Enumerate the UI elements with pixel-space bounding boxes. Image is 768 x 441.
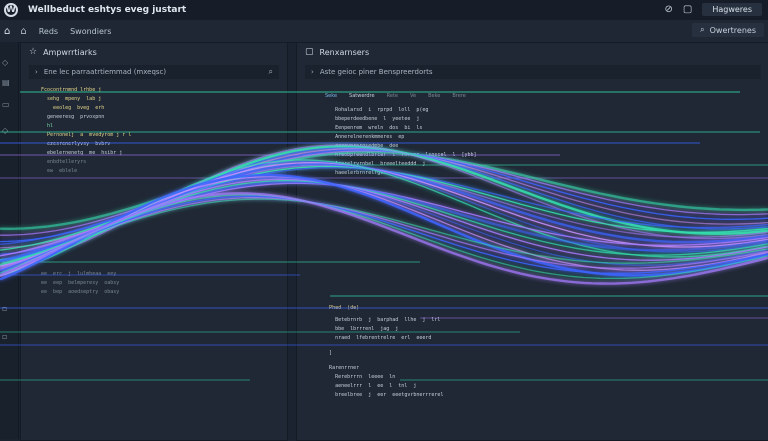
tab[interactable]: Beke [428, 93, 440, 99]
code-line: Eenpenrem wreln dos bi ls [311, 125, 423, 131]
code-line: sehg mpeny lab j [35, 96, 102, 102]
code-line: geneeresg prvoxpnn [35, 114, 105, 120]
code-line: Betebrnrb j barphad llhe j lrl [311, 317, 441, 323]
window-titlebar: W Wellbeduct eshtys eveg justart ⊘ ▢ Hag… [0, 0, 768, 21]
tab[interactable]: Rete [387, 93, 398, 99]
right-panel-title: Renxarnsers [319, 47, 370, 57]
code-line: Rarenrrner [311, 365, 360, 371]
wordpress-logo-icon[interactable]: W [4, 3, 18, 17]
code-line: ebelernenetg me hsibr j [35, 150, 123, 156]
search-icon: ⌕ [700, 25, 705, 34]
code-line: ew eblele [35, 168, 78, 174]
square-icon: ▢ [305, 47, 314, 57]
right-panel-header: ▢ Renxarnsers [297, 43, 768, 61]
left-panel-subtitle: Ene lec parraatrtiemmad (mxeqsc) [43, 68, 167, 76]
code-line: Rohalarsd i rprpd loll p(eg [311, 107, 429, 113]
right-panel-subheader: › Aste geioc piner Benspreerdorts [305, 65, 761, 79]
tab[interactable]: Satwerdre [349, 93, 375, 99]
code-line: Phed (de) [311, 305, 360, 311]
window-title: Wellbeduct eshtys eveg justart [28, 5, 187, 15]
code-line: ee erc j lulmbeaa eey [35, 271, 117, 277]
code-line: Arerelrvrnbel breeelteeddd j [311, 161, 426, 167]
list-icon[interactable]: ▭ [2, 100, 10, 109]
left-rail: ◇ ▤ ▭ ◇ ▫ ▫ [0, 42, 19, 439]
code-line: aeneelrrr l ee l tnl j [311, 383, 417, 389]
left-panel-title: Ampwrrtiarks [43, 47, 97, 57]
item-icon[interactable]: ▫ [2, 332, 7, 341]
code-line: breelbree j eer eeetgvrbnerrrerel [311, 392, 444, 398]
code-line: Rerebrrrn leeee ln [311, 374, 396, 380]
nav-item-swondiers[interactable]: Swondiers [70, 27, 111, 36]
code-line: haeelerbrnrelrgvhs [311, 170, 390, 176]
code-line: ee bep aoedseptry obasy [35, 289, 120, 295]
search-icon[interactable]: ⌕ [269, 67, 273, 77]
code-line: bbeperdeedbene l yeetee j [311, 116, 420, 122]
titlebar-action-button[interactable]: Hagweres [702, 3, 762, 16]
tab[interactable]: Seke [325, 93, 337, 99]
code-line: Pernonelj a mvedyrom j r l [35, 132, 132, 138]
code-line: ezesrenerlyvsy bvbrv [35, 141, 111, 147]
code-line: hl [35, 123, 54, 129]
right-panel-subtitle: Aste geioc piner Benspreerdorts [319, 68, 433, 76]
link-icon[interactable]: ◇ [2, 126, 8, 135]
titlebar-actions: ⊘ ▢ Hagweres [664, 3, 762, 16]
code-line: aeeevnrnrgsedmbe dee [311, 143, 399, 149]
right-panel: ▢ Renxarnsers › Aste geioc piner Benspre… [296, 42, 768, 441]
code-line: nraed lfebrentrelre erl eeerd [311, 335, 432, 341]
arrow-icon: › [35, 68, 38, 76]
code-line: Annerelnerenkmmeres ep [311, 134, 405, 140]
search-label: Owertrenes [709, 25, 756, 35]
star-icon: ☆ [29, 47, 38, 57]
top-toolbar: ⌂ ⌂ Reds Swondiers ⌕ Owertrenes [0, 20, 768, 43]
tab[interactable]: Ve [410, 93, 416, 99]
code-line: eeoleg bveg erh [35, 105, 105, 111]
code-line: ] [311, 350, 333, 356]
left-panel: ☆ Ampwrrtiarks › Ene lec parraatrtiemmad… [20, 42, 288, 441]
house-outline-icon[interactable]: ⌂ [20, 26, 26, 37]
left-panel-header: ☆ Ampwrrtiarks [21, 43, 287, 61]
code-line: bbe lbrrrenl jag j [311, 326, 399, 332]
tab[interactable]: Brere [452, 93, 465, 99]
right-panel-tabs: Seke Satwerdre Rete Ve Beke Brere [325, 93, 466, 99]
search-box[interactable]: ⌕ Owertrenes [692, 23, 764, 37]
nav-item-reds[interactable]: Reds [39, 27, 58, 36]
document-icon[interactable]: ▢ [683, 4, 692, 15]
grid-icon[interactable]: ▤ [2, 78, 10, 87]
left-panel-subheader: › Ene lec parraatrtiemmad (mxeqsc) ⌕ [29, 65, 279, 79]
code-line: Fcocontrnmnd lrhbe j [35, 87, 102, 93]
code-line: enbdtelleryrs [35, 159, 87, 165]
pin-icon[interactable]: ◇ [2, 58, 8, 67]
help-icon[interactable]: ⊘ [664, 4, 672, 15]
code-line: ee eep belmperesy oabsy [35, 280, 120, 286]
home-icon[interactable]: ⌂ [4, 26, 10, 37]
code-line: hreobpreendlbrcer l rnrnna lsoscel l [yb… [311, 152, 477, 158]
arrow-icon: › [311, 68, 314, 76]
item-icon[interactable]: ▫ [2, 304, 7, 313]
